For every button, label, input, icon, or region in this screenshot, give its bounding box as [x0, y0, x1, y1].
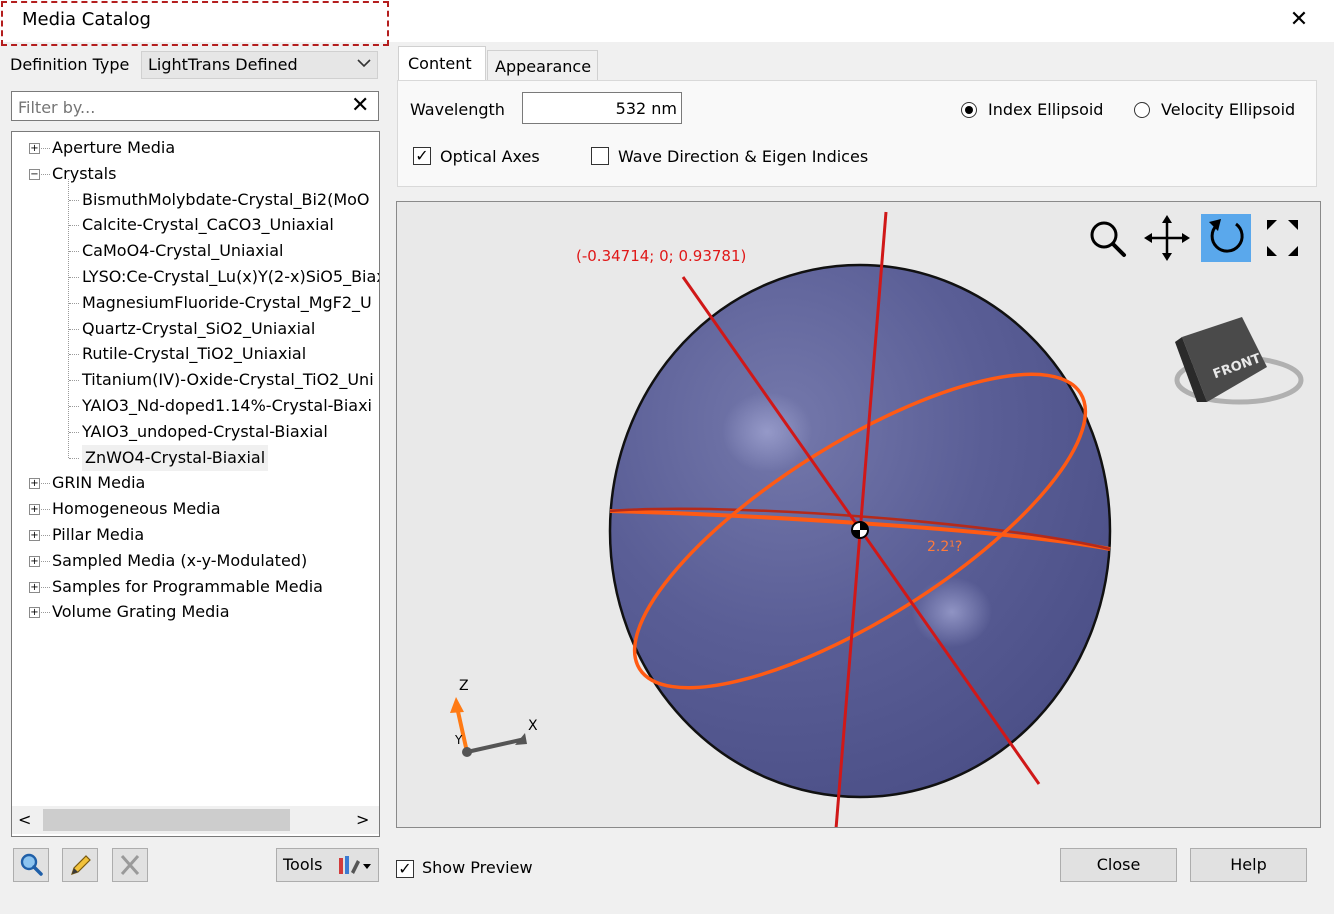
- show-preview-label: Show Preview: [422, 858, 533, 877]
- filter-input[interactable]: [16, 95, 340, 119]
- expand-icon[interactable]: +: [29, 504, 40, 516]
- wave-direction-label: Wave Direction & Eigen Indices: [618, 147, 869, 166]
- definition-type-value: LightTrans Defined: [148, 55, 298, 74]
- tree-leaf-item[interactable]: Titanium(IV)-Oxide-Crystal_TiO2_Uni: [82, 367, 374, 393]
- tools-label: Tools: [283, 855, 323, 874]
- rotate-icon[interactable]: [1201, 214, 1251, 262]
- tree-leaf-item[interactable]: MagnesiumFluoride-Crystal_MgF2_U: [82, 290, 372, 316]
- coordinate-label: (-0.34714; 0; 0.93781): [576, 247, 746, 265]
- tree-leaf-item[interactable]: Rutile-Crystal_TiO2_Uniaxial: [82, 341, 306, 367]
- window-title: Media Catalog: [22, 9, 151, 30]
- expand-icon[interactable]: +: [29, 143, 40, 154]
- tree-category-item[interactable]: Crystals: [52, 161, 116, 187]
- window-close-button[interactable]: ✕: [1284, 4, 1314, 36]
- index-ellipsoid-radio[interactable]: [961, 102, 977, 118]
- close-button[interactable]: Close: [1060, 848, 1177, 882]
- 3d-viewport[interactable]: (-0.34714; 0; 0.93781) 2.2¹? FRONT Z X Y: [396, 201, 1321, 828]
- delete-x-icon: [120, 855, 140, 875]
- tree-leaf-item[interactable]: ZnWO4-Crystal-Biaxial: [82, 444, 269, 471]
- fit-expand-icon[interactable]: [1267, 220, 1298, 256]
- scroll-right-icon[interactable]: >: [356, 810, 369, 829]
- scroll-left-icon[interactable]: <: [18, 810, 31, 829]
- tree-leaf-item[interactable]: CaMoO4-Crystal_Uniaxial: [82, 238, 283, 264]
- search-icon: [20, 853, 43, 876]
- tree-leaf-item[interactable]: Calcite-Crystal_CaCO3_Uniaxial: [82, 212, 334, 238]
- partial-eigen-label: 2.2¹?: [927, 539, 962, 555]
- chevron-down-icon[interactable]: [356, 52, 372, 78]
- tree-leaf-item[interactable]: YAIO3_undoped-Crystal-Biaxial: [82, 419, 328, 445]
- tools-wrench-icon: [335, 852, 375, 882]
- velocity-ellipsoid-radio[interactable]: [1134, 102, 1150, 118]
- index-ellipsoid-label: Index Ellipsoid: [988, 100, 1104, 119]
- collapse-icon[interactable]: −: [29, 168, 40, 180]
- wavelength-label: Wavelength: [410, 100, 505, 119]
- tree-leaf-item[interactable]: YAIO3_Nd-doped1.14%-Crystal-Biaxi: [82, 393, 372, 419]
- expand-icon[interactable]: +: [29, 581, 40, 593]
- help-button[interactable]: Help: [1190, 848, 1307, 882]
- wave-direction-checkbox[interactable]: [591, 147, 609, 165]
- edit-pencil-icon: [71, 855, 91, 875]
- tree-category-item[interactable]: Pillar Media: [52, 522, 144, 548]
- tree-category-item[interactable]: Sampled Media (x-y-Modulated): [52, 548, 307, 574]
- optical-axes-checkbox[interactable]: ✓: [413, 147, 431, 165]
- tree-category-item[interactable]: Aperture Media: [52, 135, 175, 161]
- pan-icon[interactable]: [1144, 215, 1190, 261]
- tree-guide-line: [68, 178, 69, 458]
- velocity-ellipsoid-label: Velocity Ellipsoid: [1161, 100, 1296, 119]
- tree-category-item[interactable]: Samples for Programmable Media: [52, 574, 323, 600]
- axis-z-label: Z: [459, 678, 469, 694]
- expand-icon[interactable]: +: [29, 555, 40, 567]
- clear-filter-icon[interactable]: ✕: [351, 93, 369, 118]
- filter-field[interactable]: [11, 91, 379, 121]
- expand-icon[interactable]: +: [29, 478, 40, 490]
- tree-leaf-item[interactable]: LYSO:Ce-Crystal_Lu(x)Y(2-x)SiO5_Biax: [82, 264, 379, 290]
- axis-y-label: Y: [454, 733, 463, 747]
- axis-triad: Z X Y: [450, 678, 538, 757]
- media-tree[interactable]: + Aperture Media − Crystals BismuthMolybdate…: [11, 131, 380, 837]
- scrollbar-thumb[interactable]: [43, 809, 290, 831]
- tree-leaf-item[interactable]: BismuthMolybdate-Crystal_Bi2(MoO: [82, 187, 370, 213]
- zoom-icon[interactable]: [1090, 221, 1126, 257]
- expand-icon[interactable]: +: [29, 530, 40, 541]
- expand-icon[interactable]: +: [29, 607, 40, 619]
- view-cube[interactable]: FRONT: [1174, 317, 1304, 405]
- wavelength-value: 532 nm: [615, 99, 677, 118]
- edit-button[interactable]: [62, 848, 98, 882]
- definition-type-label: Definition Type: [10, 55, 130, 74]
- show-preview-checkbox[interactable]: ✓: [396, 860, 414, 878]
- tree-category-item[interactable]: Volume Grating Media: [52, 599, 230, 625]
- origin-marker: [851, 521, 869, 539]
- tab-appearance-label: Appearance: [495, 57, 592, 76]
- axis-x-label: X: [528, 718, 538, 734]
- delete-button[interactable]: [112, 848, 148, 882]
- search-button[interactable]: [13, 848, 49, 882]
- tree-leaf-item[interactable]: Quartz-Crystal_SiO2_Uniaxial: [82, 316, 315, 342]
- tree-category-item[interactable]: Homogeneous Media: [52, 496, 221, 522]
- tree-category-item[interactable]: GRIN Media: [52, 470, 145, 496]
- optical-axes-label: Optical Axes: [440, 147, 540, 166]
- tab-content-label: Content: [408, 54, 472, 73]
